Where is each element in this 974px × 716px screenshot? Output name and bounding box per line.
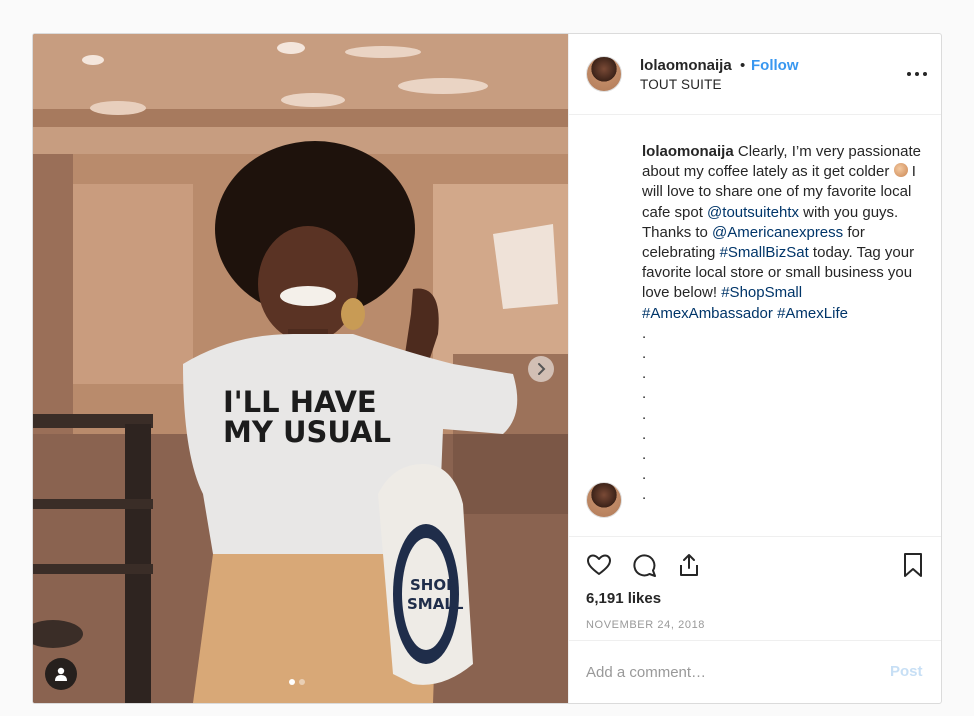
location-label[interactable]: TOUT SUITE <box>640 77 722 92</box>
post-date[interactable]: NOVEMBER 24, 2018 <box>586 619 705 631</box>
bookmark-icon[interactable] <box>899 551 927 579</box>
post-comment-button[interactable]: Post <box>890 663 923 680</box>
hashtag-link[interactable]: #AmexAmbassador <box>642 305 773 322</box>
caption: lolaomonaija Clearly, I’m very passionat… <box>642 142 932 506</box>
caption-dot: . <box>642 324 647 342</box>
post-photo[interactable]: I'LL HAVE MY USUAL SHOP SMALL <box>33 34 568 703</box>
instagram-post: I'LL HAVE MY USUAL SHOP SMALL lolaomonai… <box>32 33 942 704</box>
caption-dot: . <box>642 365 647 383</box>
caption-dot: . <box>642 466 647 484</box>
comment-icon[interactable] <box>630 551 658 579</box>
caption-dot: . <box>642 385 647 403</box>
post-actions: 6,191 likes NOVEMBER 24, 2018 <box>569 536 941 640</box>
likes-count[interactable]: 6,191 likes <box>586 590 661 607</box>
caption-area: lolaomonaija Clearly, I’m very passionat… <box>569 116 941 536</box>
carousel-indicator <box>289 679 305 685</box>
avatar[interactable] <box>586 482 622 518</box>
post-side-panel: lolaomonaija • Follow TOUT SUITE lolaomo… <box>568 34 941 703</box>
comment-bar: Post <box>569 640 941 703</box>
mention-link[interactable]: @toutsuitehtx <box>707 204 799 221</box>
header-bullet: • <box>740 57 746 74</box>
heart-icon[interactable] <box>585 551 613 579</box>
share-icon[interactable] <box>675 551 703 579</box>
caption-dot: . <box>642 486 647 504</box>
user-icon <box>55 667 67 681</box>
caption-username[interactable]: lolaomonaija <box>642 143 734 160</box>
post-photo-illustration <box>33 34 568 703</box>
caption-dot: . <box>642 405 647 423</box>
mention-link[interactable]: @Americanexpress <box>712 224 843 241</box>
carousel-next-button[interactable] <box>528 356 554 382</box>
header-username[interactable]: lolaomonaija <box>640 57 732 74</box>
hashtag-link[interactable]: #SmallBizSat <box>720 244 809 261</box>
chevron-right-icon <box>538 363 546 375</box>
caption-dot: . <box>642 445 647 463</box>
hashtag-link[interactable]: #ShopSmall <box>721 284 802 301</box>
caption-dot: . <box>642 425 647 443</box>
comment-input[interactable] <box>586 661 876 683</box>
follow-button[interactable]: Follow <box>751 57 799 74</box>
more-horizontal-icon[interactable] <box>906 64 928 84</box>
hashtag-link[interactable]: #AmexLife <box>777 305 848 322</box>
avatar[interactable] <box>586 56 622 92</box>
carousel-dot <box>299 679 305 685</box>
carousel-dot-active <box>289 679 295 685</box>
post-header: lolaomonaija • Follow TOUT SUITE <box>569 34 941 115</box>
tagged-user-button[interactable] <box>45 658 77 690</box>
emoji-cookie-icon <box>893 163 908 178</box>
caption-dot: . <box>642 345 647 363</box>
